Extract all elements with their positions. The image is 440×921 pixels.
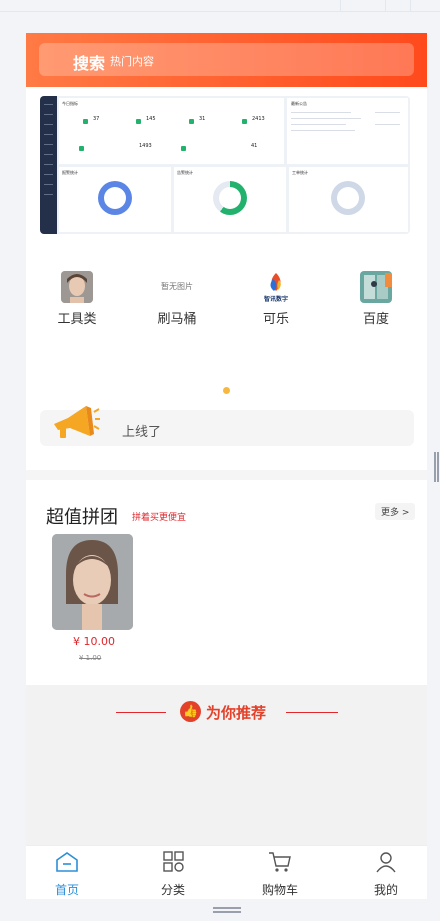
dashboard-chart-card-3: 工单统计 — [289, 167, 408, 232]
stat-5: 1493 — [79, 143, 152, 155]
recommend-line-right — [286, 712, 338, 713]
nav-item-tools[interactable]: 工具类 — [47, 271, 107, 327]
icon-nav: 工具类 暂无图片 刷马桶 智讯数字 可乐 百度 — [26, 271, 427, 331]
nav-label: 百度 — [362, 312, 389, 327]
stat-1: 37 — [83, 116, 131, 128]
dashboard-chart-card-2: 告警统计 — [174, 167, 286, 232]
nav-label: 工具类 — [57, 312, 97, 327]
category-grid-icon — [163, 851, 184, 872]
recommend-title: 为你推荐 — [206, 704, 267, 722]
carousel-indicator[interactable] — [223, 387, 230, 394]
editor-ruler — [0, 0, 440, 12]
megaphone-icon — [54, 406, 100, 438]
group-buy-title: 超值拼团 — [46, 507, 118, 528]
bottom-tab-bar: 首页 分类 购物车 我的 — [26, 845, 427, 899]
nav-item-toilet[interactable]: 暂无图片 刷马桶 — [147, 271, 207, 327]
product-card[interactable] — [52, 534, 133, 630]
nav-label: 可乐 — [262, 312, 289, 327]
notice-bar[interactable]: 上线了 — [40, 406, 414, 446]
product-price: ¥ 10.00 — [73, 635, 115, 648]
user-icon — [376, 852, 396, 873]
donut-chart-green — [213, 181, 247, 215]
stat-2: 145 — [136, 116, 184, 128]
nav-label: 刷马桶 — [157, 312, 197, 327]
portrait-icon — [61, 271, 93, 303]
search-input[interactable]: 搜索 热门内容 — [39, 43, 414, 76]
search-hint: 热门内容 — [110, 55, 154, 68]
search-header: 搜索 热门内容 — [26, 33, 427, 87]
dashboard-notice-card: 最新公告 — [287, 98, 408, 164]
shopping-cart-icon — [269, 852, 291, 872]
donut-chart-blue — [98, 181, 132, 215]
elevator-photo-icon — [360, 271, 392, 303]
flame-logo-icon: 智讯数字 — [260, 271, 292, 303]
thumbs-up-icon: 👍 — [180, 701, 201, 722]
stat-3: 31 — [189, 116, 237, 128]
phone-preview: 搜索 热门内容 今日指标 37 145 31 2413 1493 41 最新公告 — [26, 33, 427, 899]
notice-text: 上线了 — [122, 425, 162, 440]
tab-profile[interactable]: 我的 — [356, 850, 416, 898]
dashboard-chart-card-1: 报警统计 — [59, 167, 171, 232]
more-button[interactable]: 更多 > — [375, 503, 416, 520]
resize-handle-right[interactable] — [434, 452, 440, 482]
home-icon — [56, 852, 78, 872]
recommend-line-left — [116, 712, 166, 713]
tab-cart[interactable]: 购物车 — [250, 850, 310, 898]
tab-category[interactable]: 分类 — [143, 850, 203, 898]
product-old-price: ¥ 1.00 — [79, 654, 102, 662]
section-divider — [26, 470, 427, 480]
tab-home[interactable]: 首页 — [37, 850, 97, 898]
product-photo — [52, 534, 133, 630]
placeholder-image-icon: 暂无图片 — [161, 282, 193, 291]
stat-4: 2413 — [242, 116, 290, 128]
nav-item-cola[interactable]: 智讯数字 可乐 — [246, 271, 306, 327]
donut-chart-gray — [331, 181, 365, 215]
resize-handle-bottom[interactable] — [213, 907, 241, 913]
stat-6: 41 — [181, 143, 257, 155]
group-buy-subtitle: 拼着买更便宜 — [132, 513, 187, 523]
nav-item-baidu[interactable]: 百度 — [346, 271, 406, 327]
dashboard-sidebar — [40, 96, 57, 234]
search-label: 搜索 — [73, 54, 106, 73]
dashboard-banner-image[interactable]: 今日指标 37 145 31 2413 1493 41 最新公告 报警统计 告警… — [40, 96, 410, 234]
dashboard-stats-card: 今日指标 37 145 31 2413 1493 41 — [59, 98, 284, 164]
